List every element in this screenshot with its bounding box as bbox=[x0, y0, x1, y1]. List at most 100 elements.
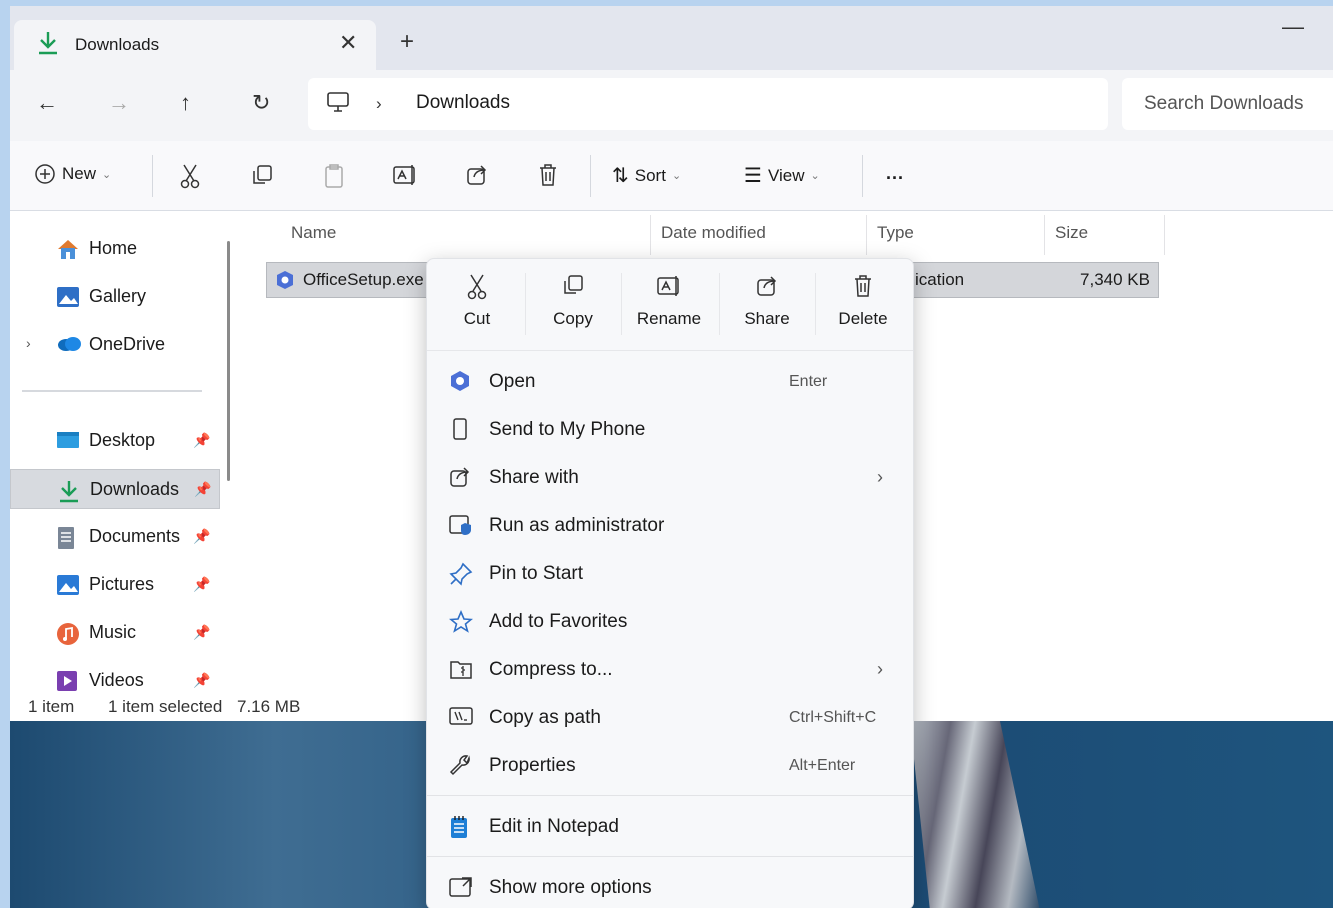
chevron-down-icon: ⌄ bbox=[671, 170, 682, 182]
toolbar-divider bbox=[862, 155, 863, 197]
wallpaper-detail bbox=[910, 721, 1040, 908]
cut-button[interactable] bbox=[178, 163, 202, 189]
pin-icon[interactable]: 📌 bbox=[193, 672, 210, 689]
menu-item-label: Pin to Start bbox=[489, 563, 583, 584]
shortcut-label: Ctrl+Shift+C bbox=[789, 709, 877, 726]
pin-icon[interactable]: 📌 bbox=[193, 432, 210, 449]
search-placeholder: Search Downloads bbox=[1144, 93, 1304, 114]
copy-button[interactable] bbox=[250, 163, 274, 187]
view-label: View bbox=[767, 165, 805, 185]
menu-item-label: Properties bbox=[489, 755, 576, 776]
menu-item-edit-in-notepad[interactable]: Edit in Notepad bbox=[427, 804, 913, 850]
forward-arrow-icon[interactable]: → bbox=[108, 90, 130, 116]
chevron-right-icon[interactable]: › bbox=[376, 94, 382, 114]
column-header-type[interactable]: Type bbox=[877, 223, 914, 243]
trash-icon bbox=[815, 273, 911, 301]
new-tab-icon[interactable]: + bbox=[400, 28, 414, 56]
column-header-date[interactable]: Date modified bbox=[661, 223, 766, 243]
menu-divider bbox=[427, 856, 913, 857]
menu-item-properties[interactable]: Properties Alt+Enter bbox=[427, 743, 913, 789]
pin-icon[interactable]: 📌 bbox=[193, 576, 210, 593]
context-button-label: Copy bbox=[553, 309, 593, 328]
sidebar-item-label: Desktop bbox=[89, 430, 156, 450]
address-bar[interactable]: › Downloads bbox=[308, 78, 1108, 130]
trash-icon bbox=[540, 164, 556, 186]
shield-icon bbox=[449, 514, 473, 541]
column-divider[interactable] bbox=[1044, 215, 1045, 255]
menu-item-open[interactable]: Open Enter bbox=[427, 359, 913, 405]
sidebar-item-documents[interactable]: Documents 📌 bbox=[10, 517, 220, 557]
context-button-label: Cut bbox=[463, 309, 491, 328]
item-count: 1 item bbox=[28, 697, 75, 716]
column-divider[interactable] bbox=[1164, 215, 1165, 255]
sidebar-item-music[interactable]: Music 📌 bbox=[10, 613, 220, 653]
sidebar-item-label: Pictures bbox=[89, 574, 155, 594]
paste-button[interactable] bbox=[322, 163, 346, 189]
sidebar-item-label: Downloads bbox=[90, 479, 180, 499]
office-icon bbox=[275, 270, 295, 295]
close-tab-icon[interactable]: ✕ bbox=[339, 30, 357, 56]
toolbar-divider bbox=[590, 155, 591, 197]
sidebar-item-pictures[interactable]: Pictures 📌 bbox=[10, 565, 220, 605]
sidebar-item-home[interactable]: Home bbox=[10, 229, 220, 269]
clipboard-icon bbox=[325, 164, 343, 188]
menu-item-send-to-phone[interactable]: Send to My Phone bbox=[427, 407, 913, 453]
phone-icon bbox=[449, 418, 471, 445]
context-menu-quick-actions: Cut Copy Rename Share Delete bbox=[427, 259, 913, 351]
minimize-icon[interactable]: — bbox=[1282, 14, 1304, 40]
sidebar-scrollbar[interactable] bbox=[227, 241, 230, 481]
column-header-name[interactable]: Name bbox=[291, 223, 336, 243]
sidebar-item-label: Home bbox=[89, 238, 138, 258]
context-delete-button[interactable]: Delete bbox=[815, 273, 911, 341]
context-cut-button[interactable]: Cut bbox=[429, 273, 525, 341]
pin-icon[interactable]: 📌 bbox=[193, 624, 210, 641]
path-icon bbox=[449, 706, 473, 731]
context-share-button[interactable]: Share bbox=[719, 273, 815, 341]
breadcrumb[interactable]: Downloads bbox=[416, 92, 510, 114]
menu-item-compress[interactable]: Compress to... › bbox=[427, 647, 913, 693]
search-input[interactable]: Search Downloads bbox=[1122, 78, 1333, 130]
file-name: OfficeSetup.exe bbox=[303, 270, 424, 289]
sidebar-item-downloads[interactable]: Downloads 📌 bbox=[10, 469, 220, 509]
pin-icon[interactable]: 📌 bbox=[193, 528, 210, 545]
selection-status: 1 item selected bbox=[108, 697, 223, 716]
gallery-icon bbox=[56, 286, 80, 313]
menu-item-label: Compress to... bbox=[489, 659, 613, 680]
sort-button[interactable]: ⇅ Sort ⌄ bbox=[612, 163, 681, 188]
column-divider[interactable] bbox=[866, 215, 867, 255]
menu-item-add-to-favorites[interactable]: Add to Favorites bbox=[427, 599, 913, 645]
back-arrow-icon[interactable]: ← bbox=[36, 90, 58, 116]
rename-button[interactable] bbox=[392, 163, 418, 187]
pin-icon[interactable]: 📌 bbox=[194, 481, 211, 498]
cloud-icon bbox=[56, 334, 82, 357]
menu-item-show-more-options[interactable]: Show more options bbox=[427, 865, 913, 908]
context-copy-button[interactable]: Copy bbox=[525, 273, 621, 341]
chevron-right-icon[interactable]: › bbox=[26, 335, 31, 351]
menu-item-run-as-admin[interactable]: Run as administrator bbox=[427, 503, 913, 549]
shortcut-label: Alt+Enter bbox=[789, 757, 856, 774]
delete-button[interactable] bbox=[537, 163, 559, 187]
tab-downloads[interactable]: Downloads ✕ bbox=[14, 20, 376, 76]
menu-item-copy-as-path[interactable]: Copy as path Ctrl+Shift+C bbox=[427, 695, 913, 741]
sidebar-item-desktop[interactable]: Desktop 📌 bbox=[10, 421, 220, 461]
menu-item-share-with[interactable]: Share with › bbox=[427, 455, 913, 501]
share-button[interactable] bbox=[465, 163, 489, 187]
column-divider[interactable] bbox=[650, 215, 651, 255]
up-arrow-icon[interactable]: ↑ bbox=[180, 90, 191, 116]
more-options-button[interactable]: ... bbox=[886, 163, 904, 184]
share-icon bbox=[449, 466, 471, 493]
context-rename-button[interactable]: Rename bbox=[621, 273, 717, 341]
column-header-size[interactable]: Size bbox=[1055, 223, 1088, 243]
expand-icon bbox=[449, 876, 473, 903]
file-type: ication bbox=[915, 270, 965, 289]
selection-size: 7.16 MB bbox=[237, 697, 301, 716]
download-icon bbox=[36, 30, 60, 61]
copy-icon bbox=[253, 165, 272, 184]
menu-item-pin-to-start[interactable]: Pin to Start bbox=[427, 551, 913, 597]
sidebar-item-onedrive[interactable]: › OneDrive bbox=[10, 325, 220, 365]
new-button[interactable]: New ⌄ bbox=[34, 163, 111, 185]
view-button[interactable]: ☰ View ⌄ bbox=[744, 163, 820, 188]
document-icon bbox=[56, 526, 76, 555]
sidebar-item-gallery[interactable]: Gallery bbox=[10, 277, 220, 317]
refresh-icon[interactable]: ↻ bbox=[252, 90, 270, 116]
